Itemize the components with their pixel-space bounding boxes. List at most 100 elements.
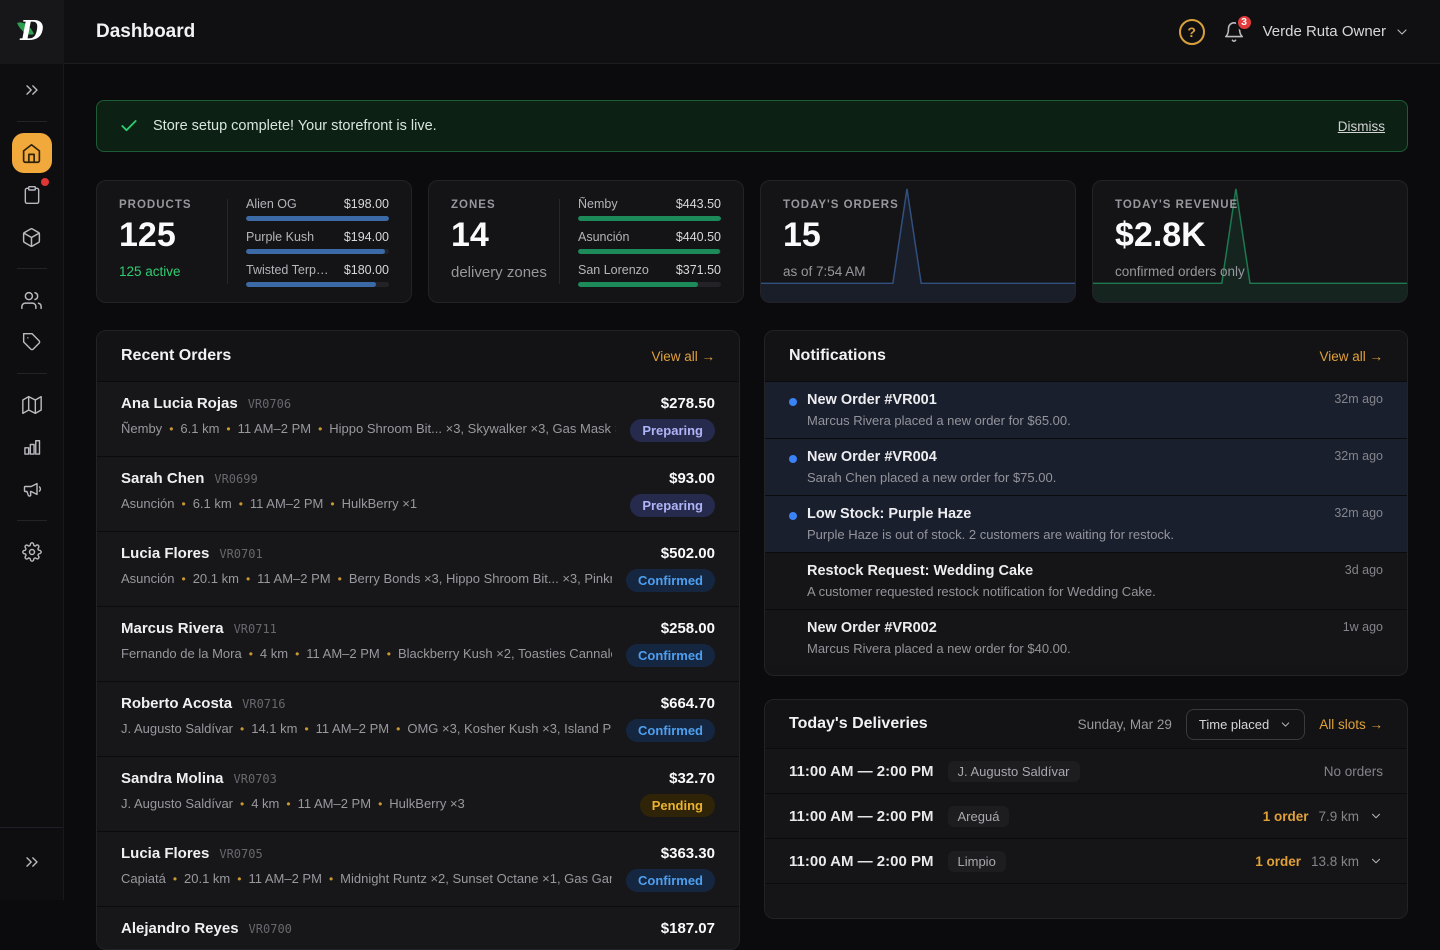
sort-select[interactable]: Time placed	[1186, 709, 1305, 740]
mini-item-name: Ñemby	[578, 197, 618, 211]
order-row[interactable]: Lucia Flores VR0705 Capiatá•20.1 km•11 A…	[97, 831, 739, 906]
stat-value: 125	[119, 216, 223, 255]
order-status-badge: Confirmed	[626, 569, 715, 592]
order-row[interactable]: Sandra Molina VR0703 J. Augusto Saldívar…	[97, 756, 739, 831]
slot-time: 11:00 AM — 2:00 PM	[789, 763, 934, 780]
mini-item-price: $443.50	[676, 197, 721, 211]
page-title: Dashboard	[96, 21, 195, 43]
order-count: 1 order	[1255, 854, 1301, 869]
all-slots-link[interactable]: All slots →	[1319, 717, 1383, 732]
zone-chip: J. Augusto Saldívar	[948, 761, 1080, 782]
sidebar-item-settings[interactable]	[12, 532, 52, 572]
mini-item-price: $180.00	[344, 263, 389, 277]
mini-list-item: San Lorenzo $371.50	[578, 263, 721, 287]
order-total: $93.00	[669, 470, 715, 487]
sidebar	[0, 64, 64, 900]
sidebar-item-tags[interactable]	[12, 322, 52, 362]
order-meta: J. Augusto Saldívar•4 km•11 AM–2 PM•Hulk…	[121, 796, 626, 811]
mini-item-name: Asunción	[578, 230, 629, 244]
divider	[559, 199, 560, 284]
order-id: VR0706	[248, 397, 291, 411]
megaphone-icon	[22, 479, 42, 499]
order-meta: Capiatá•20.1 km•11 AM–2 PM•Midnight Runt…	[121, 871, 612, 886]
sidebar-item-customers[interactable]	[12, 280, 52, 320]
order-row[interactable]: Sarah Chen VR0699 Asunción•6.1 km•11 AM–…	[97, 456, 739, 531]
sidebar-item-marketing[interactable]	[12, 469, 52, 509]
delivery-slot-row[interactable]: 11:00 AM — 2:00 PM Limpio 1 order13.8 km	[765, 838, 1407, 883]
tag-icon	[22, 332, 42, 352]
sidebar-item-zones[interactable]	[12, 385, 52, 425]
sidebar-expand-button[interactable]	[12, 70, 52, 110]
delivery-slot-row[interactable]	[765, 883, 1407, 919]
mini-bar-track	[578, 216, 721, 221]
notification-title: New Order #VR004	[807, 449, 1322, 465]
mini-bar-fill	[578, 249, 720, 254]
notification-row[interactable]: Restock Request: Wedding Cake A customer…	[765, 552, 1407, 609]
unread-dot	[789, 398, 797, 406]
notification-title: Restock Request: Wedding Cake	[807, 563, 1333, 579]
order-id: VR0705	[219, 847, 262, 861]
order-total: $278.50	[661, 395, 715, 412]
notification-row[interactable]: Low Stock: Purple Haze Purple Haze is ou…	[765, 495, 1407, 552]
help-icon[interactable]: ?	[1179, 19, 1205, 45]
orders-view-all-link[interactable]: View all →	[651, 349, 715, 364]
order-row[interactable]: Roberto Acosta VR0716 J. Augusto Saldíva…	[97, 681, 739, 756]
order-meta: Ñemby•6.1 km•11 AM–2 PM•Hippo Shroom Bit…	[121, 421, 616, 436]
mini-list-item: Purple Kush $194.00	[246, 230, 389, 254]
notification-row[interactable]: New Order #VR004 Sarah Chen placed a new…	[765, 438, 1407, 495]
customer-name: Sandra Molina	[121, 770, 224, 787]
notifications-panel: Notifications View all → New Order #VR00…	[764, 330, 1408, 676]
notification-badge: 3	[1236, 14, 1253, 31]
mini-list-item: Alien OG $198.00	[246, 197, 389, 221]
notifications-view-all-link[interactable]: View all →	[1319, 349, 1383, 364]
notification-row[interactable]: New Order #VR001 Marcus Rivera placed a …	[765, 381, 1407, 438]
notification-row[interactable]: New Order #VR002 Marcus Rivera placed a …	[765, 609, 1407, 666]
order-status-badge: Preparing	[630, 494, 715, 517]
divider	[227, 199, 228, 284]
order-total: $363.30	[661, 845, 715, 862]
order-row[interactable]: Lucia Flores VR0701 Asunción•20.1 km•11 …	[97, 531, 739, 606]
app-logo[interactable]: D	[0, 0, 64, 64]
customer-name: Sarah Chen	[121, 470, 204, 487]
order-id: VR0703	[234, 772, 277, 786]
sidebar-item-dashboard[interactable]	[12, 133, 52, 173]
unread-dot	[789, 626, 797, 634]
mini-bar-track	[246, 216, 389, 221]
chevron-down-icon	[1394, 24, 1410, 40]
user-name: Verde Ruta Owner	[1263, 23, 1386, 40]
delivery-slot-row[interactable]: 11:00 AM — 2:00 PM J. Augusto Saldívar N…	[765, 748, 1407, 793]
check-icon	[119, 116, 139, 136]
chevron-down-icon[interactable]	[1369, 809, 1383, 823]
delivery-slot-row[interactable]: 11:00 AM — 2:00 PM Areguá 1 order7.9 km	[765, 793, 1407, 838]
todays-orders-stat-card: TODAY'S ORDERS 15 as of 7:54 AM	[760, 180, 1076, 303]
order-id: VR0716	[242, 697, 285, 711]
mini-bar-fill	[578, 216, 721, 221]
dismiss-link[interactable]: Dismiss	[1338, 119, 1385, 134]
customer-name: Ana Lucia Rojas	[121, 395, 238, 412]
todays-revenue-stat-card: TODAY'S REVENUE $2.8K confirmed orders o…	[1092, 180, 1408, 303]
chevron-down-icon[interactable]	[1369, 854, 1383, 868]
order-row[interactable]: Ana Lucia Rojas VR0706 Ñemby•6.1 km•11 A…	[97, 381, 739, 456]
deliveries-date: Sunday, Mar 29	[1078, 717, 1172, 732]
sidebar-item-products[interactable]	[12, 217, 52, 257]
sidebar-item-orders[interactable]	[12, 175, 52, 215]
order-total: $32.70	[669, 770, 715, 787]
order-row[interactable]: Marcus Rivera VR0711 Fernando de la Mora…	[97, 606, 739, 681]
mini-bar-track	[578, 282, 721, 287]
sidebar-item-analytics[interactable]	[12, 427, 52, 467]
top-products-list: Alien OG $198.00 Purple Kush $194.00 Twi…	[246, 199, 389, 284]
products-stat-card: PRODUCTS 125 125 active Alien OG $198.00…	[96, 180, 412, 303]
mini-item-price: $440.50	[676, 230, 721, 244]
sidebar-expand-bottom-button[interactable]	[12, 842, 52, 882]
notifications-button[interactable]: 3	[1223, 21, 1245, 43]
notification-time: 1w ago	[1343, 620, 1383, 656]
stat-sub: confirmed orders only	[1115, 264, 1245, 279]
stats-row: PRODUCTS 125 125 active Alien OG $198.00…	[96, 180, 1408, 303]
order-row[interactable]: Alejandro Reyes VR0700 $187.07	[97, 906, 739, 950]
mini-bar-track	[246, 249, 389, 254]
customer-name: Alejandro Reyes	[121, 920, 239, 937]
chevrons-right-icon	[22, 80, 42, 100]
order-total: $502.00	[661, 545, 715, 562]
order-meta: Asunción•20.1 km•11 AM–2 PM•Berry Bonds …	[121, 571, 612, 586]
user-menu[interactable]: Verde Ruta Owner	[1263, 23, 1410, 40]
